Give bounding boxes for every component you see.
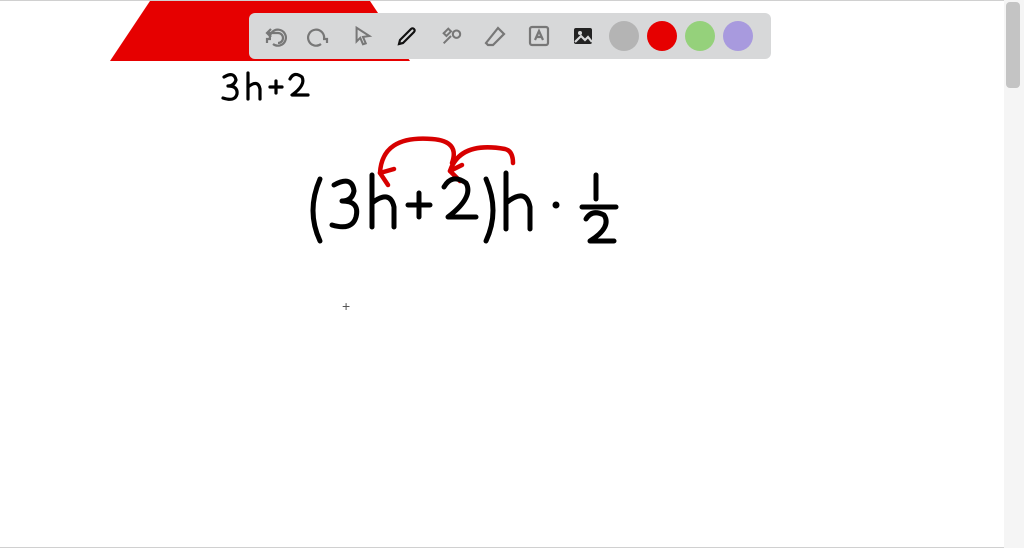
eraser-icon (483, 24, 507, 48)
pointer-tool-button[interactable] (345, 18, 381, 54)
drawing-canvas[interactable]: + (0, 1, 1000, 541)
image-icon (571, 24, 595, 48)
expression-ink (300, 161, 660, 281)
text-tool-button[interactable] (521, 18, 557, 54)
color-red[interactable] (647, 21, 677, 51)
color-grey[interactable] (609, 21, 639, 51)
color-purple[interactable] (723, 21, 753, 51)
eraser-tool-button[interactable] (477, 18, 513, 54)
tools-icon (440, 25, 462, 47)
scrollbar-thumb[interactable] (1006, 2, 1020, 88)
whiteboard-page: + (0, 0, 1004, 548)
pen-icon (395, 24, 419, 48)
redo-button[interactable] (301, 18, 337, 54)
text-icon (527, 24, 551, 48)
pointer-icon (352, 25, 374, 47)
image-tool-button[interactable] (565, 18, 601, 54)
redo-icon (307, 24, 331, 48)
triangle-base-label (218, 69, 328, 109)
vertical-scrollbar[interactable] (1004, 0, 1024, 548)
color-green[interactable] (685, 21, 715, 51)
undo-button[interactable] (257, 18, 293, 54)
drawing-toolbar (249, 13, 771, 59)
undo-icon (263, 24, 287, 48)
tools-button[interactable] (433, 18, 469, 54)
crosshair-cursor: + (342, 299, 350, 313)
pen-tool-button[interactable] (389, 18, 425, 54)
